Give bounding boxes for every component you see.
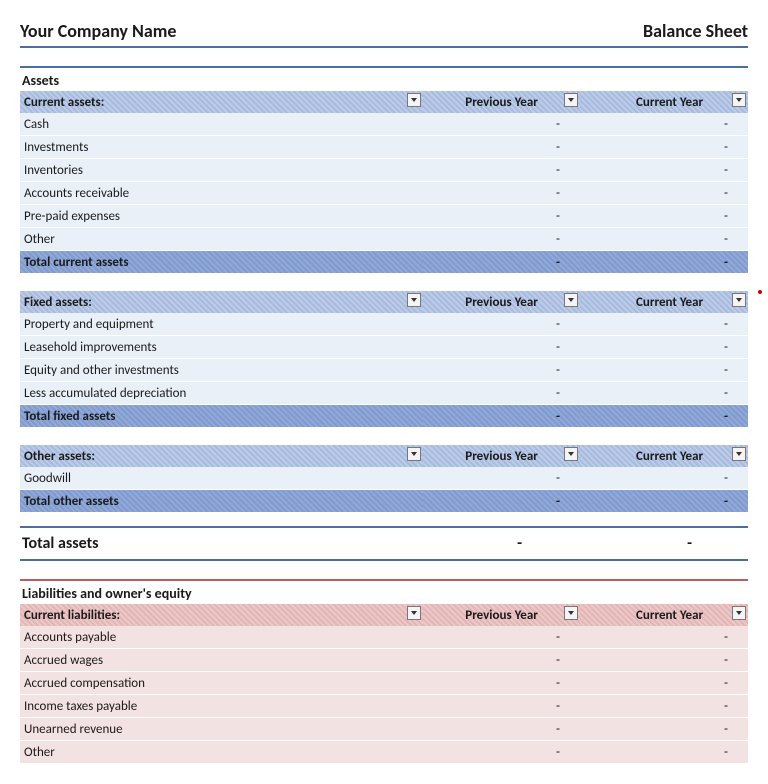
line-item-curr: - bbox=[591, 359, 748, 382]
line-item-prev: - bbox=[423, 228, 580, 251]
subtotal-label: Total current assets bbox=[20, 251, 423, 274]
line-item-label: Equity and other investments bbox=[20, 359, 423, 382]
col-curr-header: Current Year bbox=[591, 91, 748, 113]
line-item-prev: - bbox=[423, 205, 580, 228]
line-item-label: Income taxes payable bbox=[20, 695, 423, 718]
group-heading: Current assets: bbox=[20, 91, 423, 113]
liabilities-table: Current liabilities: Previous Year Curre… bbox=[20, 604, 748, 764]
line-item-label: Goodwill bbox=[20, 467, 423, 490]
line-item-label: Inventories bbox=[20, 159, 423, 182]
line-item-prev: - bbox=[423, 382, 580, 405]
total-assets-label: Total assets bbox=[22, 534, 382, 553]
document-header: Your Company Name Balance Sheet bbox=[20, 20, 748, 48]
subtotal-curr: - bbox=[591, 405, 748, 428]
line-item-curr: - bbox=[591, 649, 748, 672]
group-heading: Other assets: bbox=[20, 445, 423, 467]
group-heading: Fixed assets: bbox=[20, 291, 423, 313]
filter-dropdown-icon[interactable] bbox=[564, 293, 578, 307]
line-item-label: Property and equipment bbox=[20, 313, 423, 336]
total-assets-prev: - bbox=[382, 534, 542, 553]
line-item-curr: - bbox=[591, 382, 748, 405]
subtotal-prev: - bbox=[423, 490, 580, 513]
line-item-prev: - bbox=[423, 136, 580, 159]
line-item-curr: - bbox=[591, 336, 748, 359]
line-item-label: Unearned revenue bbox=[20, 718, 423, 741]
col-prev-header: Previous Year bbox=[423, 291, 580, 313]
subtotal-label: Total other assets bbox=[20, 490, 423, 513]
line-item-curr: - bbox=[591, 718, 748, 741]
filter-dropdown-icon[interactable] bbox=[732, 93, 746, 107]
subtotal-label: Total fixed assets bbox=[20, 405, 423, 428]
line-item-prev: - bbox=[423, 718, 580, 741]
document-title: Balance Sheet bbox=[643, 20, 748, 42]
line-item-label: Other bbox=[20, 228, 423, 251]
filter-dropdown-icon[interactable] bbox=[732, 447, 746, 461]
line-item-label: Accrued compensation bbox=[20, 672, 423, 695]
line-item-prev: - bbox=[423, 672, 580, 695]
subtotal-curr: - bbox=[591, 490, 748, 513]
line-item-curr: - bbox=[591, 313, 748, 336]
line-item-prev: - bbox=[423, 626, 580, 649]
line-item-prev: - bbox=[423, 741, 580, 764]
line-item-curr: - bbox=[591, 228, 748, 251]
line-item-prev: - bbox=[423, 159, 580, 182]
line-item-curr: - bbox=[591, 672, 748, 695]
col-curr-header: Current Year bbox=[591, 604, 748, 626]
col-prev-header: Previous Year bbox=[423, 604, 580, 626]
col-prev-header: Previous Year bbox=[423, 445, 580, 467]
filter-dropdown-icon[interactable] bbox=[564, 447, 578, 461]
line-item-prev: - bbox=[423, 695, 580, 718]
line-item-prev: - bbox=[423, 313, 580, 336]
line-item-label: Cash bbox=[20, 113, 423, 136]
company-name: Your Company Name bbox=[20, 20, 176, 42]
line-item-label: Investments bbox=[20, 136, 423, 159]
filter-dropdown-icon[interactable] bbox=[407, 606, 421, 620]
line-item-prev: - bbox=[423, 182, 580, 205]
line-item-label: Other bbox=[20, 741, 423, 764]
marker-dot bbox=[758, 290, 762, 294]
filter-dropdown-icon[interactable] bbox=[407, 293, 421, 307]
line-item-label: Accounts receivable bbox=[20, 182, 423, 205]
line-item-prev: - bbox=[423, 113, 580, 136]
line-item-curr: - bbox=[591, 113, 748, 136]
total-assets-curr: - bbox=[552, 534, 712, 553]
total-assets-row: Total assets - - bbox=[20, 526, 748, 561]
line-item-prev: - bbox=[423, 467, 580, 490]
line-item-curr: - bbox=[591, 695, 748, 718]
assets-section-title: Assets bbox=[20, 66, 748, 91]
line-item-curr: - bbox=[591, 159, 748, 182]
line-item-curr: - bbox=[591, 182, 748, 205]
filter-dropdown-icon[interactable] bbox=[732, 606, 746, 620]
line-item-prev: - bbox=[423, 649, 580, 672]
line-item-curr: - bbox=[591, 136, 748, 159]
line-item-curr: - bbox=[591, 741, 748, 764]
col-prev-header: Previous Year bbox=[423, 91, 580, 113]
line-item-label: Accrued wages bbox=[20, 649, 423, 672]
line-item-label: Pre-paid expenses bbox=[20, 205, 423, 228]
line-item-label: Leasehold improvements bbox=[20, 336, 423, 359]
subtotal-prev: - bbox=[423, 251, 580, 274]
line-item-label: Less accumulated depreciation bbox=[20, 382, 423, 405]
subtotal-prev: - bbox=[423, 405, 580, 428]
filter-dropdown-icon[interactable] bbox=[407, 93, 421, 107]
line-item-curr: - bbox=[591, 205, 748, 228]
col-curr-header: Current Year bbox=[591, 291, 748, 313]
line-item-prev: - bbox=[423, 359, 580, 382]
assets-table: Current assets: Previous Year Current Ye… bbox=[20, 91, 748, 512]
line-item-label: Accounts payable bbox=[20, 626, 423, 649]
filter-dropdown-icon[interactable] bbox=[564, 606, 578, 620]
filter-dropdown-icon[interactable] bbox=[564, 93, 578, 107]
filter-dropdown-icon[interactable] bbox=[407, 447, 421, 461]
line-item-curr: - bbox=[591, 626, 748, 649]
group-heading: Current liabilities: bbox=[20, 604, 423, 626]
filter-dropdown-icon[interactable] bbox=[732, 293, 746, 307]
subtotal-curr: - bbox=[591, 251, 748, 274]
liabilities-section-title: Liabilities and owner's equity bbox=[20, 579, 748, 604]
line-item-curr: - bbox=[591, 467, 748, 490]
line-item-prev: - bbox=[423, 336, 580, 359]
col-curr-header: Current Year bbox=[591, 445, 748, 467]
